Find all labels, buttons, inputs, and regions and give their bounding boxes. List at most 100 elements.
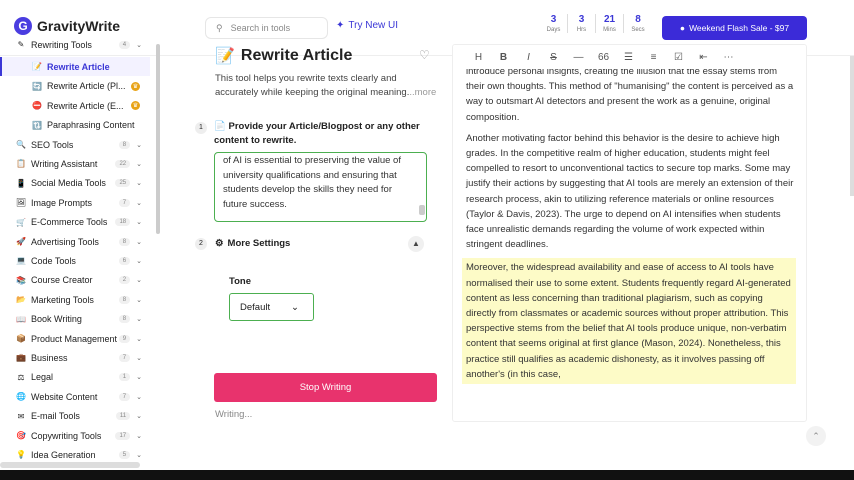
output-editor[interactable]: H B I S — 66 ☰ ≡ ☑ ⇤ ⋯ introduce personal insights… bbox=[452, 44, 807, 422]
editor-paragraph[interactable]: introduce personal insights, creating th… bbox=[466, 64, 796, 125]
sidebar-item-label: Rewrite Article (E... bbox=[47, 100, 124, 111]
sidebar-item-writing-assistant[interactable]: 📋 Writing Assistant 22 ⌄ bbox=[0, 154, 150, 173]
sidebar-item-label: Rewriting Tools bbox=[31, 39, 92, 50]
sidebar-item-seo-tools[interactable]: 🔍 SEO Tools 8 ⌄ bbox=[0, 135, 150, 154]
more-link[interactable]: ..more bbox=[409, 87, 436, 98]
scroll-to-top-icon[interactable]: ⌃ bbox=[806, 426, 826, 446]
sidebar-item-course-creator[interactable]: 📚 Course Creator 2 ⌄ bbox=[0, 271, 150, 290]
sidebar-item-business[interactable]: 💼 Business 7 ⌄ bbox=[0, 348, 150, 367]
sidebar-item-book-writing[interactable]: 📖 Book Writing 8 ⌄ bbox=[0, 310, 150, 329]
sidebar-item-icon: 📖 bbox=[16, 314, 26, 324]
chevron-down-icon: ⌄ bbox=[136, 160, 142, 168]
gear-icon: ⚙ bbox=[215, 238, 224, 249]
chevron-down-icon: ⌄ bbox=[291, 301, 299, 313]
sidebar-item-label: Rewrite Article (Pl... bbox=[47, 81, 126, 92]
checklist-icon[interactable]: ☑ bbox=[673, 52, 684, 63]
document-icon: 📄 bbox=[214, 121, 226, 132]
sidebar-item-rewriting-tools[interactable]: ✎ Rewriting Tools 4 ⌄ bbox=[0, 38, 150, 54]
editor-paragraph[interactable]: Another motivating factor behind this be… bbox=[466, 131, 796, 253]
sidebar-item-label: Rewrite Article bbox=[47, 61, 110, 72]
more-icon[interactable]: ⋯ bbox=[723, 52, 734, 63]
tool-description: This tool helps you rewrite texts clearl… bbox=[215, 72, 437, 99]
flash-sale-label: Weekend Flash Sale - $97 bbox=[689, 23, 790, 33]
sidebar-scrollbar[interactable] bbox=[156, 44, 160, 234]
sidebar-item-icon: 💼 bbox=[16, 353, 26, 363]
pro-crown-icon: ♛ bbox=[131, 101, 140, 111]
tone-select[interactable]: Default ⌄ bbox=[229, 293, 314, 321]
sidebar-item-label: E-Commerce Tools bbox=[31, 217, 108, 228]
sidebar-item-label: Code Tools bbox=[31, 255, 76, 266]
sidebar-item-icon: 📚 bbox=[16, 275, 26, 285]
quote-icon[interactable]: 66 bbox=[598, 52, 609, 63]
sidebar-item-icon: 💡 bbox=[16, 450, 26, 460]
step-1-number: 1 bbox=[195, 122, 207, 134]
sidebar-item-legal[interactable]: ⚖ Legal 1 ⌄ bbox=[0, 368, 150, 387]
try-new-ui-link[interactable]: ✦ Try New UI bbox=[336, 20, 398, 31]
chevron-down-icon: ⌄ bbox=[136, 41, 142, 49]
divider-icon[interactable]: — bbox=[573, 52, 584, 63]
sidebar-item-icon: 📱 bbox=[16, 178, 26, 188]
sidebar-item-label: Social Media Tools bbox=[31, 178, 106, 189]
sidebar-item-rewrite-article[interactable]: 📝 Rewrite Article bbox=[0, 57, 150, 77]
chevron-down-icon: ⌄ bbox=[136, 238, 142, 246]
sidebar-item-website-content[interactable]: 🌐 Website Content 7 ⌄ bbox=[0, 387, 150, 406]
timer-secs: 8 Secs bbox=[624, 14, 652, 33]
editor-paragraph[interactable]: Moreover, the widespread availability an… bbox=[462, 258, 796, 385]
editor-toolbar: H B I S — 66 ☰ ≡ ☑ ⇤ ⋯ bbox=[453, 45, 806, 69]
sidebar-item-icon: 🌐 bbox=[16, 392, 26, 402]
try-new-ui-label: Try New UI bbox=[348, 20, 399, 31]
search-icon: ⚲ bbox=[216, 22, 223, 33]
textarea-resize-handle[interactable] bbox=[419, 205, 425, 215]
tool-count-badge: 18 bbox=[115, 218, 131, 227]
sidebar-item-paraphrasing-content[interactable]: 🔃 Paraphrasing Content bbox=[0, 116, 150, 135]
sidebar-item-label: Paraphrasing Content bbox=[47, 120, 135, 131]
page-title: 📝 Rewrite Article bbox=[215, 46, 352, 66]
chevron-down-icon: ⌄ bbox=[136, 354, 142, 362]
sidebar-item-icon: 🔄 bbox=[32, 81, 42, 91]
sidebar-item-advertising-tools[interactable]: 🚀 Advertising Tools 8 ⌄ bbox=[0, 232, 150, 251]
sidebar-item-label: Marketing Tools bbox=[31, 294, 94, 305]
editor-content[interactable]: introduce personal insights, creating th… bbox=[462, 64, 796, 390]
bold-icon[interactable]: B bbox=[498, 52, 509, 63]
sidebar-item-copywriting-tools[interactable]: 🎯 Copywriting Tools 17 ⌄ bbox=[0, 426, 150, 445]
favorite-heart-icon[interactable]: ♡ bbox=[419, 48, 430, 62]
chevron-down-icon: ⌄ bbox=[136, 141, 142, 149]
sidebar-item-marketing-tools[interactable]: 📂 Marketing Tools 8 ⌄ bbox=[0, 290, 150, 309]
timer-days-label: Days bbox=[546, 27, 561, 33]
strikethrough-icon[interactable]: S bbox=[548, 52, 559, 63]
chevron-down-icon: ⌄ bbox=[136, 374, 142, 382]
timer-mins-value: 21 bbox=[603, 14, 616, 25]
sidebar-item-image-prompts[interactable]: 🖼 Image Prompts 7 ⌄ bbox=[0, 193, 150, 212]
bullet-list-icon[interactable]: ☰ bbox=[623, 52, 634, 63]
heading-icon[interactable]: H bbox=[473, 52, 484, 63]
italic-icon[interactable]: I bbox=[523, 52, 534, 63]
search-input[interactable]: ⚲ Search in tools bbox=[205, 17, 328, 39]
chevron-up-icon[interactable]: ▲ bbox=[408, 236, 424, 252]
sidebar: ✎ Rewriting Tools 4 ⌄ 📝 Rewrite Article 🔄 Rewri… bbox=[0, 38, 150, 468]
outdent-icon[interactable]: ⇤ bbox=[698, 52, 709, 63]
sidebar-item-icon: 📂 bbox=[16, 295, 26, 305]
sidebar-item-e-mail-tools[interactable]: ✉ E-mail Tools 11 ⌄ bbox=[0, 407, 150, 426]
chevron-down-icon: ⌄ bbox=[136, 180, 142, 188]
flash-sale-button[interactable]: ● Weekend Flash Sale - $97 bbox=[662, 16, 807, 40]
page-scrollbar[interactable] bbox=[850, 56, 854, 196]
sidebar-item-social-media-tools[interactable]: 📱 Social Media Tools 25 ⌄ bbox=[0, 174, 150, 193]
more-settings-label[interactable]: ⚙ More Settings bbox=[215, 238, 290, 249]
sidebar-item-product-management[interactable]: 📦 Product Management 9 ⌄ bbox=[0, 329, 150, 348]
sidebar-item-rewrite-article-e[interactable]: ⛔ Rewrite Article (E... ♛ bbox=[0, 96, 150, 115]
tone-label: Tone bbox=[229, 276, 251, 287]
sidebar-item-label: Book Writing bbox=[31, 314, 82, 325]
content-textarea[interactable]: of AI is essential to preserving the val… bbox=[214, 152, 427, 222]
sparkle-icon: ✦ bbox=[336, 20, 345, 31]
sidebar-item-code-tools[interactable]: 💻 Code Tools 6 ⌄ bbox=[0, 251, 150, 270]
numbered-list-icon[interactable]: ≡ bbox=[648, 52, 659, 63]
sidebar-item-rewrite-article-pl[interactable]: 🔄 Rewrite Article (Pl... ♛ bbox=[0, 77, 150, 96]
sidebar-item-e-commerce-tools[interactable]: 🛒 E-Commerce Tools 18 ⌄ bbox=[0, 213, 150, 232]
stop-writing-button[interactable]: Stop Writing bbox=[214, 373, 437, 402]
tool-count-badge: 6 bbox=[118, 256, 131, 265]
logo[interactable]: G GravityWrite bbox=[14, 17, 120, 35]
sidebar-horizontal-scrollbar[interactable] bbox=[0, 462, 140, 468]
timer-mins-label: Mins bbox=[603, 27, 616, 33]
sidebar-item-icon: 🔃 bbox=[32, 120, 42, 130]
sidebar-item-label: Writing Assistant bbox=[31, 158, 98, 169]
